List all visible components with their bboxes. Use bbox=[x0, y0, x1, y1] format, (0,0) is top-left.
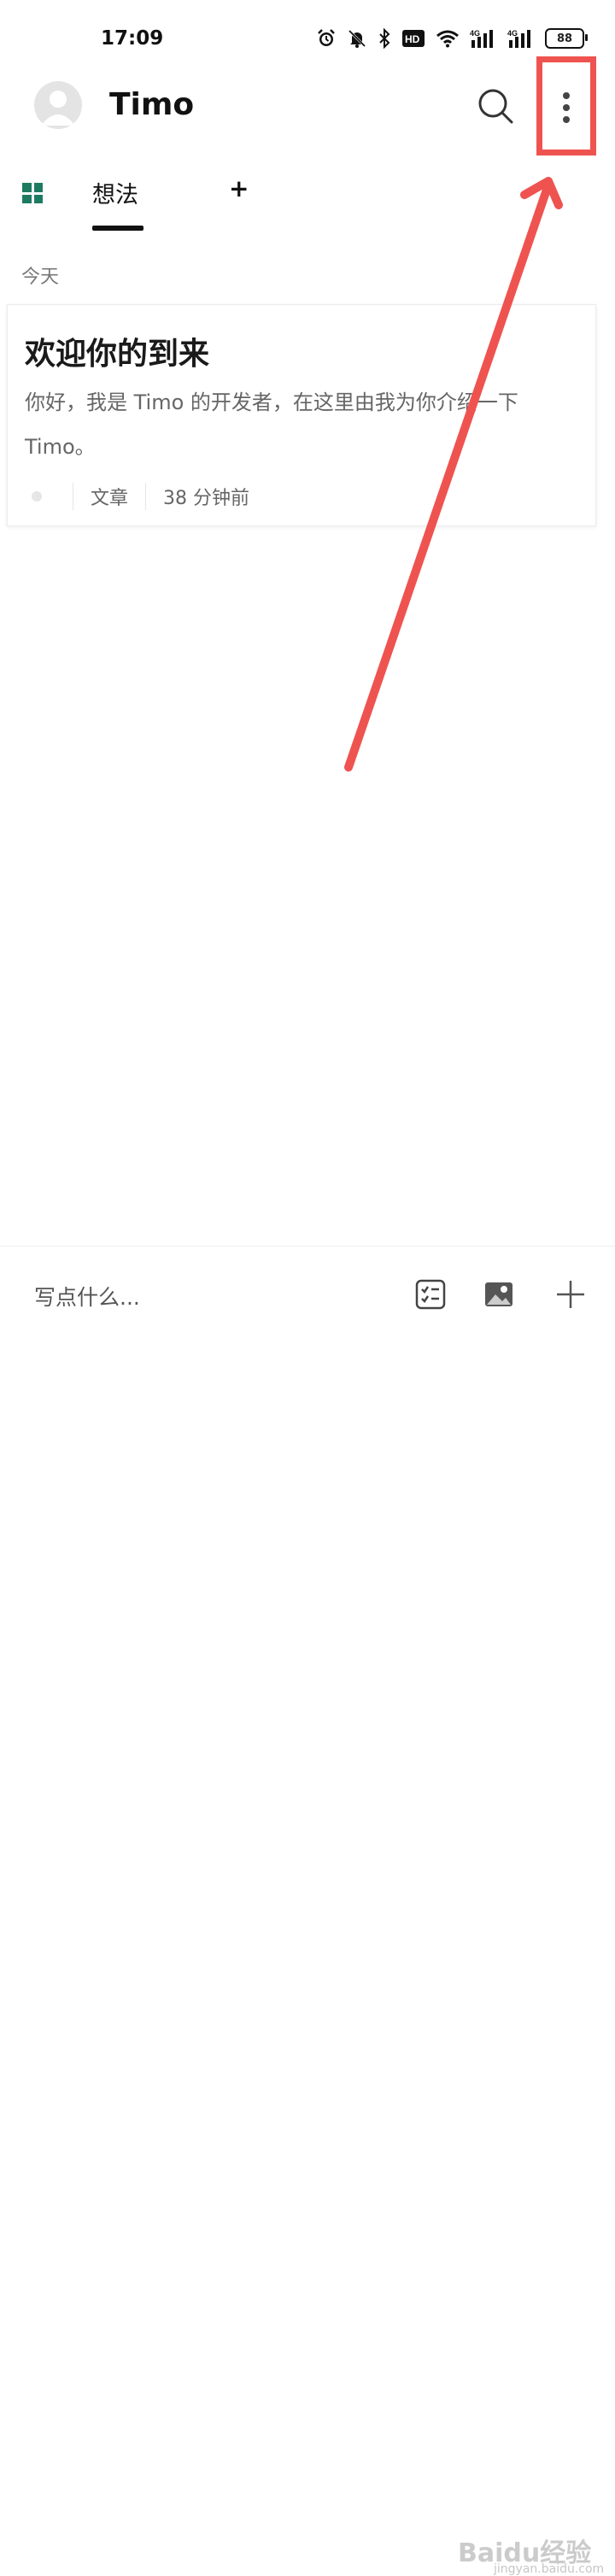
annotation-arrow bbox=[344, 177, 563, 772]
watermark-url: jingyan.baidu.com bbox=[494, 2562, 605, 2576]
